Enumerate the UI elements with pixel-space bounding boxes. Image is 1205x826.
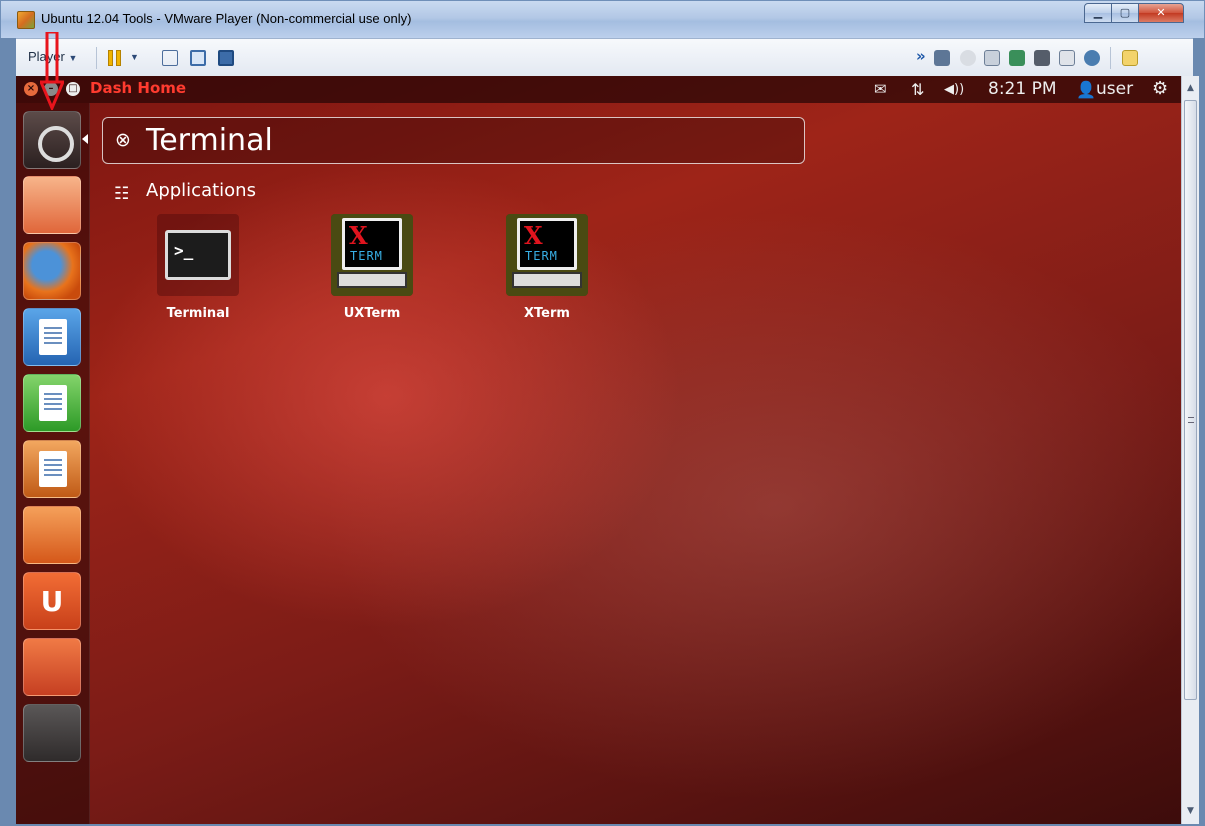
software-center-launcher-icon[interactable] [23, 506, 81, 564]
top-panel: × – □ Dash Home ✉ ⇅ ◀)) 8:21 PM 👤 user ⚙ [16, 76, 1181, 103]
writer-launcher-icon[interactable] [23, 308, 81, 366]
chevron-down-icon[interactable]: ▼ [130, 52, 139, 62]
ubuntu-one-icon: U [40, 585, 64, 618]
send-ctrl-alt-del-icon[interactable] [162, 50, 178, 66]
close-button[interactable]: ✕ [1138, 3, 1184, 23]
impress-launcher-icon[interactable] [23, 440, 81, 498]
dash-search-input[interactable]: ⊗ Terminal [102, 117, 805, 164]
hard-disk-icon[interactable] [934, 50, 950, 66]
calc-launcher-icon[interactable] [23, 374, 81, 432]
applications-category-label[interactable]: Applications [146, 180, 256, 201]
toolbar-divider [96, 47, 97, 69]
firefox-launcher-icon[interactable] [23, 242, 81, 300]
workspace-switcher-launcher-icon[interactable] [23, 704, 81, 762]
annotation-arrow-icon [40, 32, 64, 110]
sound-card-icon[interactable] [1084, 50, 1100, 66]
toolbar-divider [1110, 47, 1111, 69]
volume-icon[interactable]: ◀)) [944, 82, 964, 97]
minimize-button[interactable]: ▁ [1084, 3, 1112, 23]
window-titlebar: Ubuntu 12.04 Tools - VMware Player (Non-… [0, 0, 1205, 38]
pause-icon[interactable] [108, 50, 124, 66]
result-uxterm[interactable]: X TERM UXTerm [317, 214, 427, 321]
system-settings-launcher-icon[interactable] [23, 638, 81, 696]
guest-screen[interactable]: × – □ Dash Home ✉ ⇅ ◀)) 8:21 PM 👤 user ⚙… [16, 76, 1181, 824]
network-adapter-icon[interactable] [1009, 50, 1025, 66]
launcher: U [16, 103, 90, 824]
active-indicator [82, 134, 88, 144]
clock[interactable]: 8:21 PM [988, 79, 1057, 99]
scrollbar-thumb[interactable] [1184, 100, 1197, 700]
maximize-window-icon[interactable]: □ [66, 82, 80, 96]
result-terminal[interactable]: >_ Terminal [143, 214, 253, 321]
scroll-up-button[interactable]: ▲ [1183, 80, 1198, 97]
vmware-app-icon [17, 11, 35, 29]
window-title: Ubuntu 12.04 Tools - VMware Player (Non-… [41, 11, 412, 26]
unity-mode-icon[interactable] [218, 50, 234, 66]
terminal-icon: >_ [157, 214, 239, 296]
user-menu[interactable]: user [1096, 79, 1133, 99]
search-query[interactable]: Terminal [146, 123, 273, 158]
printer-icon[interactable] [1059, 50, 1075, 66]
vmware-toolbar: Player ▼ ▼ » [16, 38, 1193, 76]
uxterm-icon: X TERM [331, 214, 413, 296]
result-label: Terminal [166, 306, 230, 321]
result-label: UXTerm [343, 306, 401, 321]
gear-icon[interactable]: ⚙ [1152, 78, 1168, 99]
more-devices-icon[interactable]: » [916, 47, 932, 65]
floppy-icon[interactable] [984, 50, 1000, 66]
message-log-icon[interactable] [1122, 50, 1138, 66]
network-icon[interactable]: ⇅ [911, 80, 924, 99]
fullscreen-icon[interactable] [190, 50, 206, 66]
xterm-icon: X TERM [506, 214, 588, 296]
chevron-down-icon: ▼ [68, 53, 78, 63]
applications-category-icon: ☷ [114, 184, 130, 204]
ubuntu-one-launcher-icon[interactable]: U [23, 572, 81, 630]
result-xterm[interactable]: X TERM XTerm [492, 214, 602, 321]
mail-icon[interactable]: ✉ [874, 80, 887, 98]
maximize-button[interactable]: ▢ [1111, 3, 1139, 23]
usb-device-icon[interactable] [1034, 50, 1050, 66]
close-window-icon[interactable]: × [24, 82, 38, 96]
files-launcher-icon[interactable] [23, 176, 81, 234]
window-controls: ▁ ▢ ✕ [1084, 3, 1184, 23]
terminal-prompt: >_ [174, 241, 194, 260]
dash-home-button[interactable] [23, 111, 81, 169]
dash-title: Dash Home [90, 79, 187, 97]
cd-rom-icon[interactable] [960, 50, 976, 66]
clear-search-icon[interactable]: ⊗ [115, 129, 131, 151]
user-icon[interactable]: 👤 [1076, 80, 1096, 99]
result-label: XTerm [524, 306, 570, 321]
scroll-down-button[interactable]: ▼ [1183, 803, 1198, 820]
vertical-scrollbar[interactable]: ▲ ▼ [1181, 76, 1199, 824]
